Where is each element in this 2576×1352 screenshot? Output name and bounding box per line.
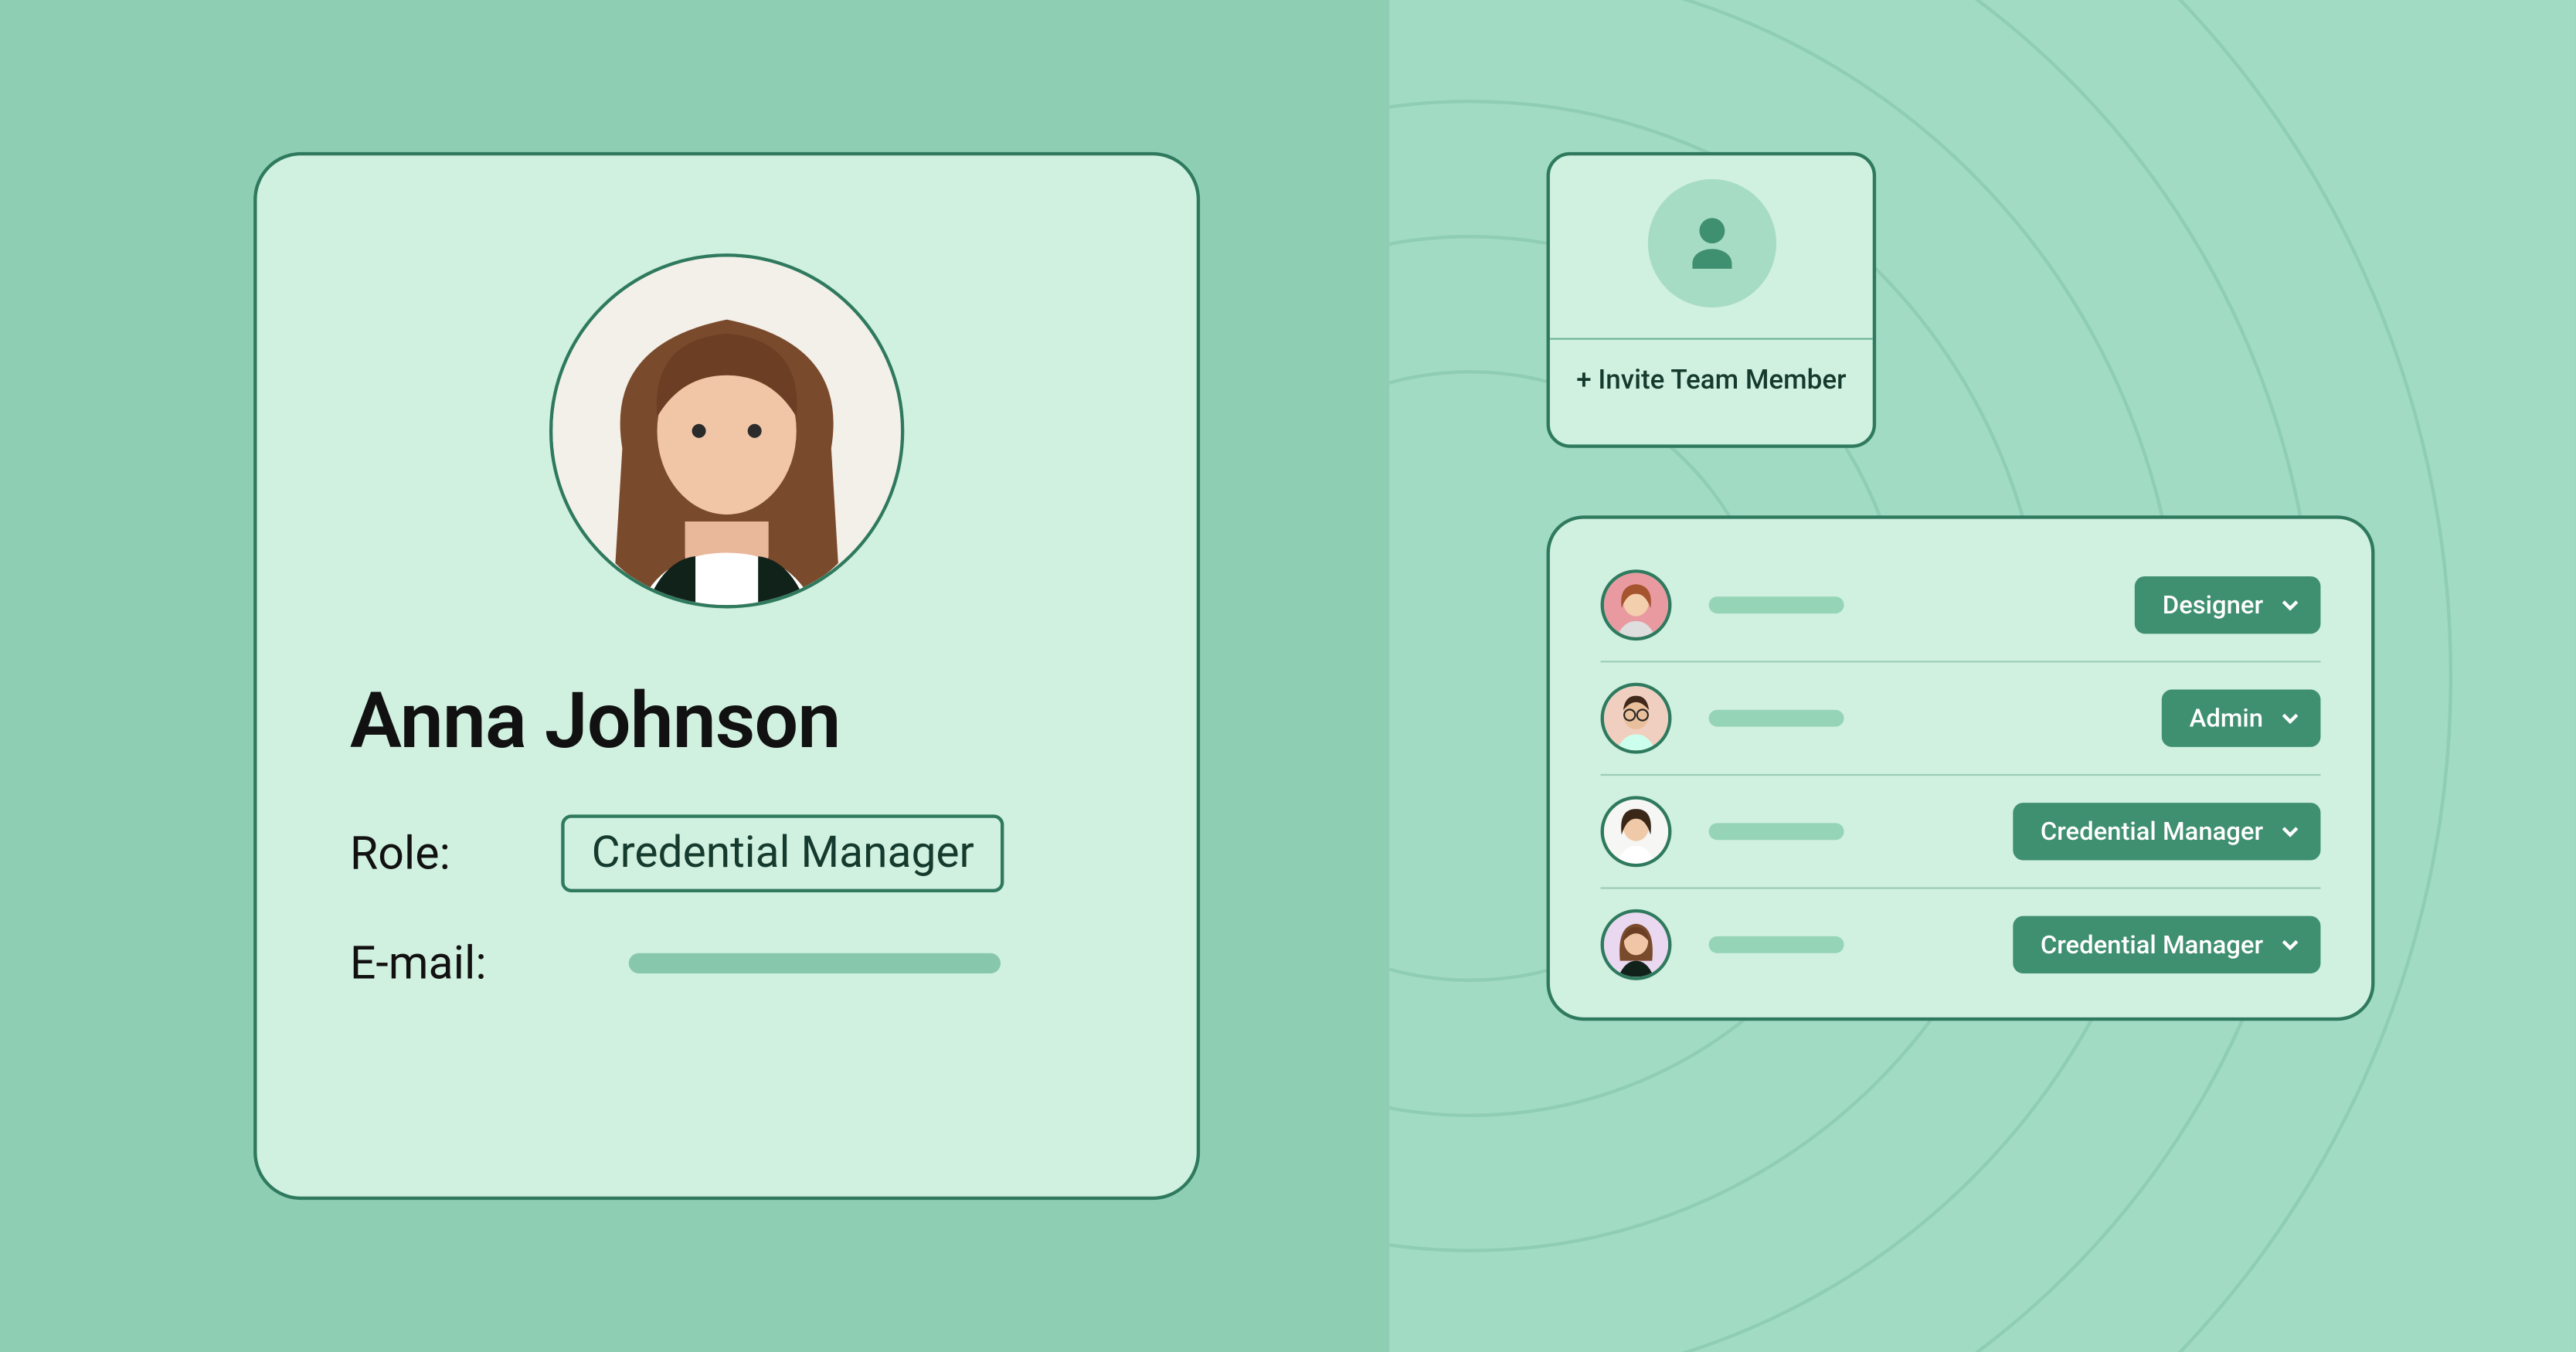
chevron-down-icon [2280, 595, 2300, 615]
member-name-placeholder [1709, 596, 1844, 613]
role-dropdown-label: Designer [2163, 589, 2263, 620]
member-name-placeholder [1709, 936, 1844, 953]
team-row: Admin [1601, 661, 2321, 774]
email-value-placeholder [629, 953, 1001, 973]
role-dropdown[interactable]: Designer [2136, 576, 2321, 634]
team-row: Credential Manager [1601, 774, 2321, 888]
team-list-card: Designer Admin Credential Manager [1547, 515, 2375, 1021]
person-icon [1647, 179, 1776, 307]
member-name-placeholder [1709, 710, 1844, 727]
member-name-placeholder [1709, 823, 1844, 840]
profile-avatar [549, 253, 904, 608]
team-row: Credential Manager [1601, 887, 2321, 987]
member-avatar [1601, 909, 1672, 980]
role-dropdown[interactable]: Credential Manager [2014, 803, 2321, 860]
role-dropdown[interactable]: Admin [2163, 690, 2321, 747]
role-dropdown-label: Admin [2190, 703, 2263, 733]
role-value-chip[interactable]: Credential Manager [561, 814, 1004, 892]
role-dropdown[interactable]: Credential Manager [2014, 916, 2321, 973]
email-row: E-mail: [350, 936, 1104, 990]
email-label: E-mail: [350, 936, 561, 990]
invite-team-card[interactable]: + Invite Team Member [1547, 152, 1877, 448]
member-avatar [1601, 683, 1672, 754]
role-dropdown-label: Credential Manager [2041, 817, 2263, 847]
role-row: Role: Credential Manager [350, 814, 1104, 892]
chevron-down-icon [2280, 708, 2300, 729]
profile-name: Anna Johnson [350, 676, 1104, 767]
chevron-down-icon [2280, 935, 2300, 955]
profile-card: Anna Johnson Role: Credential Manager E-… [253, 152, 1200, 1200]
member-avatar [1601, 569, 1672, 640]
invite-team-label: + Invite Team Member [1576, 340, 1846, 423]
panel-divider [1386, 0, 1389, 1352]
role-label: Role: [350, 827, 561, 881]
team-row: Designer [1601, 569, 2321, 661]
member-avatar [1601, 796, 1672, 867]
chevron-down-icon [2280, 821, 2300, 841]
role-dropdown-label: Credential Manager [2041, 929, 2263, 960]
